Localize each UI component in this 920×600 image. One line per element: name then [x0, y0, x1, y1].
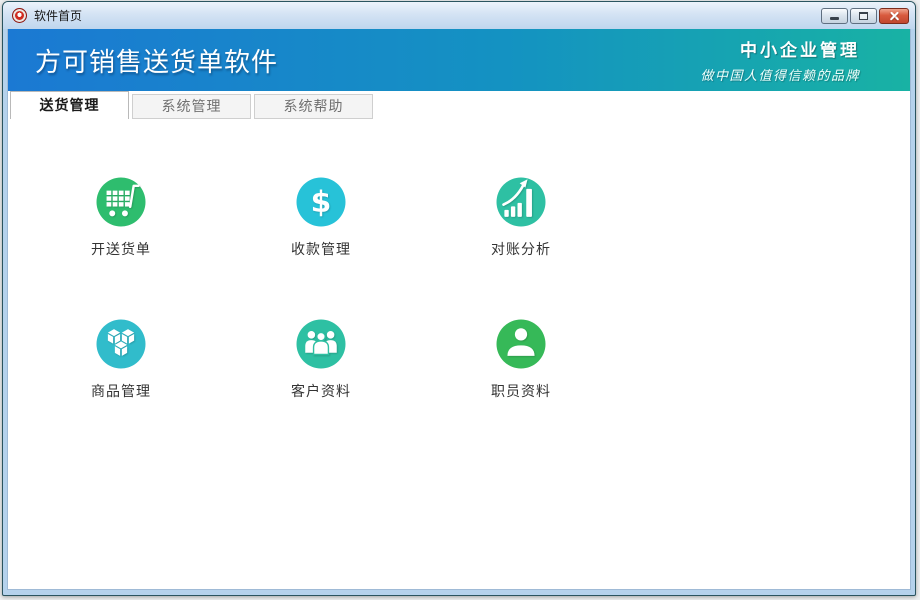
svg-text:$: $: [311, 185, 332, 220]
tile-customer-data[interactable]: 客户资料: [221, 316, 421, 401]
maximize-icon: [859, 12, 868, 20]
dollar-icon: $: [293, 174, 349, 230]
tab-delivery-management[interactable]: 送货管理: [10, 91, 129, 119]
tile-label: 开送货单: [91, 239, 151, 259]
tile-grid: 开送货单 $ 收款管理: [8, 119, 910, 401]
tile-employee-data[interactable]: 职员资料: [421, 316, 621, 401]
window-controls: [821, 8, 909, 24]
minimize-icon: [830, 17, 839, 20]
brand-slogan: 做中国人值得信赖的品牌: [700, 65, 860, 84]
window-body: 方可销售送货单软件 中小企业管理 做中国人值得信赖的品牌 送货管理 系统管理 系…: [7, 29, 911, 590]
tile-label: 客户资料: [291, 381, 351, 401]
brand-block: 中小企业管理 做中国人值得信赖的品牌: [700, 36, 860, 84]
app-window: 软件首页 方可销售送货单软件 中小企业管理 做中国人值得信赖的品牌 送货管理 系…: [2, 1, 916, 596]
tile-create-delivery-order[interactable]: 开送货单: [21, 174, 221, 259]
close-button[interactable]: [879, 8, 909, 24]
tile-label: 职员资料: [491, 381, 551, 401]
titlebar[interactable]: 软件首页: [3, 2, 915, 29]
app-title: 方可销售送货单软件: [35, 42, 700, 79]
tab-bar: 送货管理 系统管理 系统帮助: [8, 91, 910, 119]
cubes-icon: [93, 316, 149, 372]
tile-reconciliation-analysis[interactable]: 对账分析: [421, 174, 621, 259]
window-title: 软件首页: [34, 7, 821, 24]
people-icon: [293, 316, 349, 372]
close-icon: [889, 10, 900, 21]
brand-text: 中小企业管理: [700, 36, 860, 61]
person-icon: [493, 316, 549, 372]
tile-label: 对账分析: [491, 239, 551, 259]
cart-icon: [93, 174, 149, 230]
tab-system-management[interactable]: 系统管理: [132, 94, 251, 119]
tile-payment-management[interactable]: $ 收款管理: [221, 174, 421, 259]
tab-system-help[interactable]: 系统帮助: [254, 94, 373, 119]
app-header: 方可销售送货单软件 中小企业管理 做中国人值得信赖的品牌: [8, 29, 910, 91]
minimize-button[interactable]: [821, 8, 848, 24]
tile-product-management[interactable]: 商品管理: [21, 316, 221, 401]
tile-label: 商品管理: [91, 381, 151, 401]
maximize-button[interactable]: [850, 8, 877, 24]
chart-icon: [493, 174, 549, 230]
main-content: 开送货单 $ 收款管理: [8, 119, 910, 590]
app-logo-icon: [12, 8, 27, 23]
tile-label: 收款管理: [291, 239, 351, 259]
